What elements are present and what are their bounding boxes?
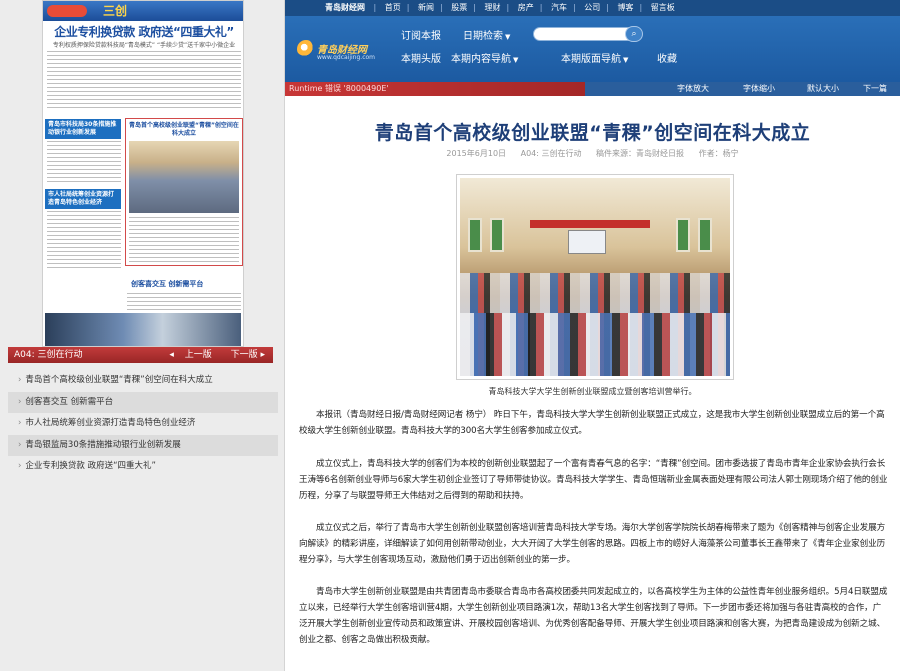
page-box-2[interactable]: 市人社局统筹创业资源打造青岛特色创业经济 <box>45 189 121 209</box>
favorite-link[interactable]: 收藏 <box>657 50 677 65</box>
banner-logo-icon <box>47 5 87 17</box>
nav-stocks[interactable]: 股票 <box>451 3 467 12</box>
page-name: A04: 三创在行动 <box>14 350 83 360</box>
nav-home[interactable]: 首页 <box>385 3 401 12</box>
projector-screen <box>568 230 606 254</box>
nav-company[interactable]: 公司 <box>584 3 600 12</box>
chevron-down-icon: ▼ <box>513 56 519 64</box>
chevron-down-icon: ▼ <box>623 56 629 64</box>
site-header: 青岛财经网 www.qdcaijing.com 订阅本报 日期检索 ▼ ⌕ 本期头… <box>285 16 900 82</box>
nav-news[interactable]: 新闻 <box>418 3 434 12</box>
page-feature-article[interactable]: 青岛首个高校级创业联盟“青稞”创空间在科大成立 <box>125 118 243 266</box>
search-icon[interactable]: ⌕ <box>625 26 643 42</box>
article-paragraph: 成立仪式上，青岛科技大学的创客们为本校的创新创业联盟起了一个富有青春气息的名字：… <box>299 459 888 501</box>
newspaper-page-thumbnail[interactable]: 三创 企业专利换贷款 政府送“四重大礼” 专利权质押保险贷款科技局“青岛模式” … <box>42 0 244 347</box>
article-list: 青岛首个高校级创业联盟“青稞”创空间在科大成立 创客喜交互 创新需平台 市人社局… <box>8 370 278 478</box>
font-enlarge-button[interactable]: 字体放大 <box>677 82 709 96</box>
logo-icon <box>297 40 315 58</box>
article-photo <box>456 174 734 380</box>
page-headline[interactable]: 企业专利换贷款 政府送“四重大礼” <box>43 23 243 40</box>
page-bar: A04: 三创在行动 ◂ 上一版 下一版 ▸ <box>8 347 273 363</box>
nav-blog[interactable]: 博客 <box>618 3 634 12</box>
article-list-item[interactable]: 青岛银监局30条措施推动银行业创新发展 <box>8 434 278 456</box>
article-section: A04: 三创在行动 <box>520 149 582 158</box>
text-column <box>47 141 121 185</box>
headline-link[interactable]: 本期头版 <box>401 50 441 65</box>
page-nav-link[interactable]: 本期版面导航 ▼ <box>561 50 628 65</box>
prev-page-link[interactable]: ◂ 上一版 <box>169 350 211 360</box>
next-article-link[interactable]: 下一篇 <box>863 82 887 96</box>
photo-banner <box>530 220 650 228</box>
feature-title: 青岛首个高校级创业联盟“青稞”创空间在科大成立 <box>129 122 239 137</box>
nav-guestbook[interactable]: 留言板 <box>651 3 675 12</box>
text-column <box>129 217 239 263</box>
subscribe-link[interactable]: 订阅本报 <box>401 27 441 42</box>
next-page-link[interactable]: 下一版 ▸ <box>223 350 265 360</box>
page-subheadline: 专利权质押保险贷款科技局“青岛模式” “手续少贷”送千家中小微企业 <box>52 42 236 49</box>
nav-auto[interactable]: 汽车 <box>551 3 567 12</box>
content-nav-link[interactable]: 本期内容导航 ▼ <box>451 50 518 65</box>
article-list-item[interactable]: 青岛首个高校级创业联盟“青稞”创空间在科大成立 <box>8 370 278 391</box>
text-column <box>127 293 241 313</box>
text-column <box>47 51 241 111</box>
article-title: 青岛首个高校级创业联盟“青稞”创空间在科大成立 <box>374 122 811 144</box>
page-banner: 三创 <box>43 1 243 21</box>
page-banner-text: 三创 <box>103 4 128 18</box>
ticker-text: Runtime 错误 '8000490E' <box>289 84 389 93</box>
article-meta: 2015年6月10日 A04: 三创在行动 稿件来源：青岛财经日报 作者：杨宁 <box>285 148 900 159</box>
article-list-item[interactable]: 市人社局统筹创业资源打造青岛特色创业经济 <box>8 413 278 434</box>
article-list-item[interactable]: 创客喜交互 创新需平台 <box>8 391 278 413</box>
bottom-photo <box>45 313 241 346</box>
top-nav-bar: 青岛财经网 | 首页 | 新闻 | 股票 | 理财 | 房产 | 汽车 | 公司 | 博客 | … <box>285 0 900 16</box>
feature-photo <box>129 141 239 213</box>
page-title-2[interactable]: 创客喜交互 创新需平台 <box>131 279 203 289</box>
nav-finance[interactable]: 理财 <box>485 3 501 12</box>
article-list-item[interactable]: 企业专利换贷款 政府送“四重大礼” <box>8 456 278 477</box>
site-logo[interactable]: 青岛财经网 www.qdcaijing.com <box>297 38 383 62</box>
article-main: 青岛首个高校级创业联盟“青稞”创空间在科大成立 2015年6月10日 A04: … <box>285 96 900 671</box>
text-column <box>47 211 121 271</box>
date-search-link[interactable]: 日期检索 ▼ <box>463 27 510 42</box>
article-date: 2015年6月10日 <box>446 149 507 158</box>
chevron-down-icon: ▼ <box>505 33 511 41</box>
photo-caption: 青岛科技大学大学生创新创业联盟成立暨创客培训营举行。 <box>488 387 697 396</box>
nav-realestate[interactable]: 房产 <box>518 3 534 12</box>
article-paragraph: 本报讯（青岛财经日报/青岛财经网记者 杨宁） 昨日下午，青岛科技大学大学生创新创… <box>299 410 885 436</box>
article-paragraph: 成立仪式之后，举行了青岛市大学生创新创业联盟创客培训营青岛科技大学专场。海尔大学… <box>299 523 886 565</box>
left-panel: 三创 企业专利换贷款 政府送“四重大礼” 专利权质押保险贷款科技局“青岛模式” … <box>0 0 285 671</box>
logo-url: www.qdcaijing.com <box>317 54 376 61</box>
font-default-button[interactable]: 默认大小 <box>807 82 839 96</box>
site-name[interactable]: 青岛财经网 <box>325 3 365 12</box>
article-source: 稿件来源：青岛财经日报 <box>596 149 685 158</box>
article-author: 作者：杨宁 <box>698 149 739 158</box>
font-shrink-button[interactable]: 字体缩小 <box>743 82 775 96</box>
page-box-1[interactable]: 青岛市科技局30条措施推动银行业创新发展 <box>45 119 121 139</box>
article-paragraph: 青岛市大学生创新创业联盟是由共青团青岛市委联合青岛市各高校团委共同发起成立的，以… <box>299 587 888 645</box>
font-toolbar: 字体放大 字体缩小 默认大小 下一篇 <box>585 82 900 96</box>
